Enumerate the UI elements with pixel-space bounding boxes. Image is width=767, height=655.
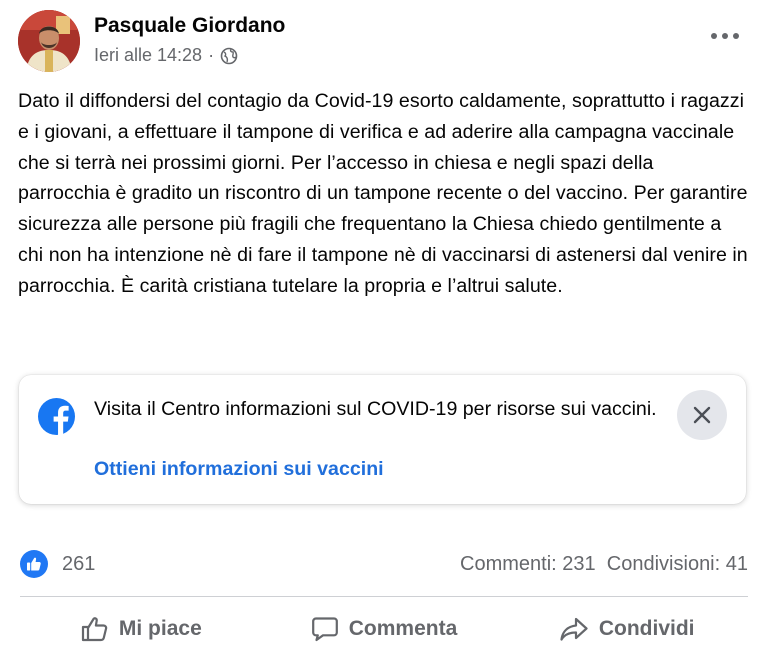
close-icon: [693, 406, 711, 424]
post-meta: Ieri alle 14:28 ·: [94, 45, 238, 66]
facebook-logo-icon: [38, 398, 75, 435]
globe-icon: [220, 47, 238, 64]
avatar[interactable]: [18, 10, 80, 72]
timestamp[interactable]: Ieri alle 14:28: [94, 45, 202, 66]
comment-button[interactable]: Commenta: [263, 604, 506, 654]
stats-right: Commenti: 231 Condivisioni: 41: [460, 553, 748, 576]
like-icon: [81, 617, 108, 642]
action-bar: Mi piace Commenta Condividi: [20, 604, 748, 654]
share-button[interactable]: Condividi: [505, 604, 748, 654]
more-options-icon: [711, 33, 739, 39]
shares-count[interactable]: Condivisioni: 41: [607, 553, 748, 575]
comment-icon: [311, 617, 338, 642]
avatar-image: [18, 10, 80, 72]
author-name[interactable]: Pasquale Giordano: [94, 14, 285, 38]
comments-count[interactable]: Commenti: 231: [460, 553, 596, 575]
covid-info-card: Visita il Centro informazioni sul COVID-…: [19, 375, 746, 504]
comment-label: Commenta: [348, 617, 458, 640]
thumbs-up-icon: [27, 557, 41, 571]
post-header: Pasquale Giordano Ieri alle 14:28 ·: [18, 10, 749, 72]
post-text: Dato il diffondersi del contagio da Covi…: [18, 90, 748, 297]
like-label: Mi piace: [118, 617, 202, 640]
share-icon: [560, 617, 588, 641]
post-stats: 261 Commenti: 231 Condivisioni: 41: [20, 548, 748, 582]
like-button[interactable]: Mi piace: [20, 604, 263, 654]
share-label: Condividi: [598, 617, 695, 640]
like-count[interactable]: 261: [62, 553, 95, 576]
meta-separator: ·: [208, 45, 215, 65]
close-card-button[interactable]: [677, 390, 727, 440]
like-reaction-badge[interactable]: [20, 550, 48, 578]
info-card-text: Visita il Centro informazioni sul COVID-…: [94, 398, 657, 420]
vaccine-info-link[interactable]: Ottieni informazioni sui vaccini: [94, 458, 384, 481]
more-options-button[interactable]: [705, 24, 745, 48]
divider: [20, 596, 748, 597]
